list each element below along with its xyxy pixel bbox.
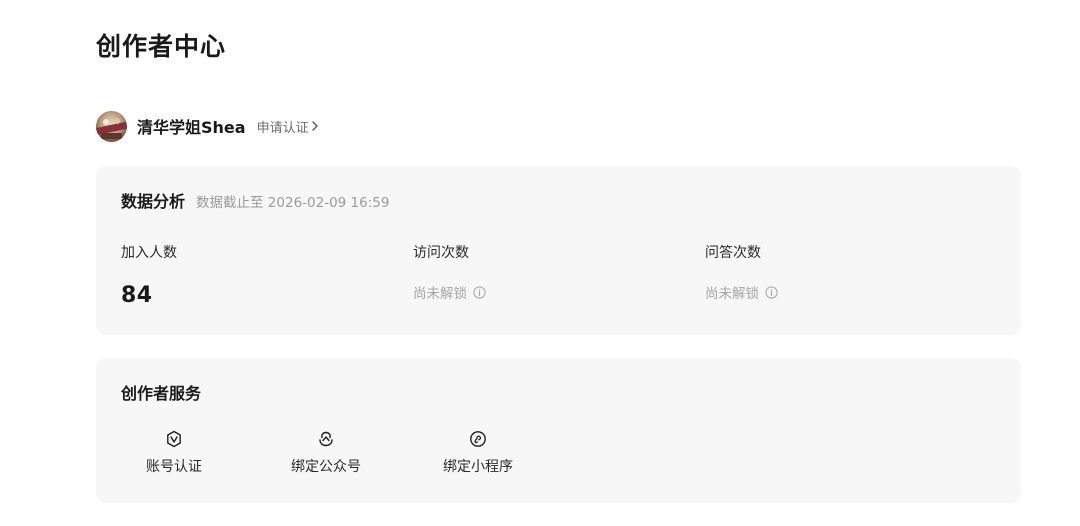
avatar[interactable]: [96, 110, 127, 142]
metric-locked-text: 尚未解锁: [705, 286, 759, 302]
service-bind-official-account[interactable]: 绑定公众号: [271, 430, 381, 477]
creator-services-title: 创作者服务: [121, 384, 202, 403]
creator-services-card: 创作者服务 账号认证 绑定公众号 绑定小程序: [96, 358, 1021, 503]
wechat-official-account-icon: [319, 431, 333, 447]
profile-row: 清华学姐Shea 申请认证: [96, 110, 319, 142]
info-icon[interactable]: [765, 285, 778, 299]
data-updated-note: 数据截止至 2026-02-09 16:59: [196, 195, 390, 211]
service-label: 绑定小程序: [443, 459, 513, 475]
username: 清华学姐Shea: [137, 118, 246, 137]
metric-locked-text: 尚未解锁: [413, 286, 467, 302]
metric-locked: 尚未解锁: [705, 282, 955, 302]
metric-label: 访问次数: [413, 245, 469, 261]
metric-qa: 问答次数 尚未解锁: [705, 243, 955, 302]
chevron-right-icon: [311, 121, 318, 131]
creator-center-page: 创作者中心 清华学姐Shea 申请认证 数据分析 数据截止至 2026-02-0…: [0, 0, 1080, 526]
metric-locked: 尚未解锁: [413, 282, 663, 302]
page-title: 创作者中心: [96, 32, 227, 61]
metric-label: 加入人数: [121, 245, 177, 261]
creator-services-header: 创作者服务: [121, 380, 201, 404]
apply-certification-label: 申请认证: [256, 120, 309, 136]
info-icon[interactable]: [473, 285, 486, 299]
service-label: 账号认证: [146, 459, 202, 475]
data-analysis-title: 数据分析: [121, 192, 186, 211]
data-analysis-header: 数据分析 数据截止至 2026-02-09 16:59: [121, 188, 389, 212]
verified-badge-icon: [167, 430, 181, 448]
data-analysis-card: 数据分析 数据截止至 2026-02-09 16:59 加入人数 84 访问次数…: [96, 166, 1021, 335]
metric-value: 84: [121, 283, 153, 308]
metric-label: 问答次数: [705, 245, 761, 261]
service-bind-mini-program[interactable]: 绑定小程序: [423, 430, 533, 477]
metric-visits: 访问次数 尚未解锁: [413, 243, 663, 302]
mini-program-icon: [470, 431, 486, 447]
service-account-verification[interactable]: 账号认证: [119, 430, 229, 477]
service-label: 绑定公众号: [291, 459, 361, 475]
apply-certification-link[interactable]: 申请认证: [257, 117, 319, 136]
metric-members: 加入人数 84: [121, 243, 371, 308]
